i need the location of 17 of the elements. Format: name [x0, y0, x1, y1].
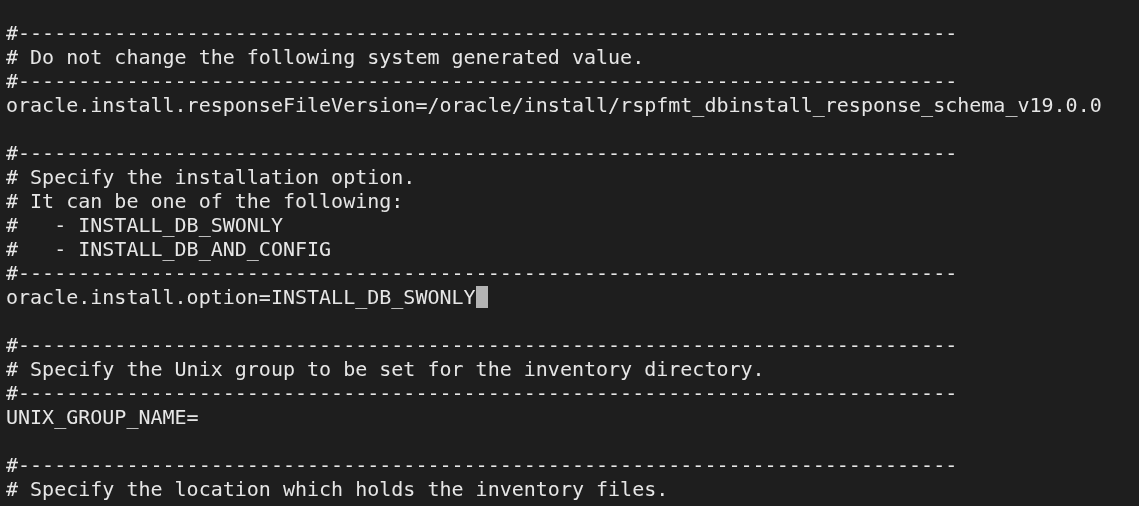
code-line: # Specify the installation option.: [6, 165, 416, 189]
code-line: # - INSTALL_DB_AND_CONFIG: [6, 237, 332, 261]
code-line: UNIX_GROUP_NAME=: [6, 405, 199, 429]
code-line: #------------------------------------------------------------------------------: [6, 141, 958, 165]
code-line: #------------------------------------------------------------------------------: [6, 261, 958, 285]
code-line: oracle.install.responseFileVersion=/oracle/install/rspfmt_dbinstall_response_schema_v19.0.0: [6, 93, 1102, 117]
code-line: #------------------------------------------------------------------------------: [6, 381, 958, 405]
code-line: #------------------------------------------------------------------------------: [6, 69, 958, 93]
code-line: # It can be one of the following:: [6, 189, 404, 213]
code-line: oracle.install.option=INSTALL_DB_SWONLY: [6, 285, 476, 309]
code-line: # Specify the Unix group to be set for the inventory directory.: [6, 357, 765, 381]
code-line: # Do not change the following system generated value.: [6, 45, 645, 69]
code-line: # - INSTALL_DB_SWONLY: [6, 213, 283, 237]
code-line: #------------------------------------------------------------------------------: [6, 333, 958, 357]
code-line: #------------------------------------------------------------------------------: [6, 21, 958, 45]
code-line: #------------------------------------------------------------------------------: [6, 453, 958, 477]
code-line: # Specify the location which holds the inventory files.: [6, 477, 669, 501]
